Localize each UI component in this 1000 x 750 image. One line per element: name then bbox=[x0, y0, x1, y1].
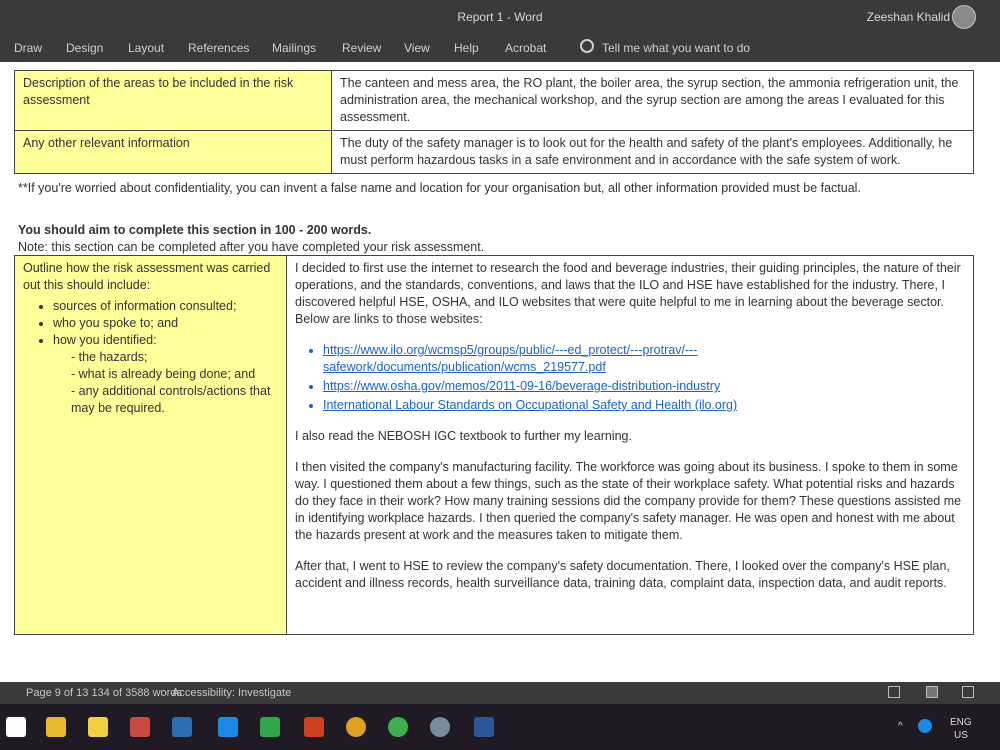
tab-review[interactable]: Review bbox=[342, 41, 381, 55]
table-cell-label[interactable]: Description of the areas to be included … bbox=[14, 70, 332, 131]
tab-help[interactable]: Help bbox=[454, 41, 479, 55]
web-layout-icon[interactable] bbox=[962, 686, 974, 698]
list-item-text: how you identified: bbox=[53, 333, 157, 347]
print-layout-icon[interactable] bbox=[926, 686, 938, 698]
read-mode-icon[interactable] bbox=[888, 686, 900, 698]
shield-icon[interactable] bbox=[218, 717, 238, 737]
tab-mailings[interactable]: Mailings bbox=[272, 41, 316, 55]
paragraph: After that, I went to HSE to review the … bbox=[295, 559, 950, 590]
section-instruction[interactable]: You should aim to complete this section … bbox=[18, 222, 371, 239]
hyperlink[interactable]: https://www.osha.gov/memos/2011-09-16/be… bbox=[323, 378, 965, 395]
lightbulb-icon bbox=[580, 39, 594, 53]
tab-acrobat[interactable]: Acrobat bbox=[505, 41, 546, 55]
link-list: https://www.ilo.org/wcmsp5/groups/public… bbox=[295, 342, 965, 414]
sub-item: - what is already being done; and bbox=[71, 367, 256, 381]
table-row: Outline how the risk assessment was carr… bbox=[14, 255, 974, 635]
language-indicator[interactable]: ENG bbox=[950, 717, 972, 728]
label-list: sources of information consulted; who yo… bbox=[23, 298, 278, 417]
document-page[interactable]: Description of the areas to be included … bbox=[0, 62, 1000, 682]
list-item: how you identified: - the hazards; - wha… bbox=[53, 332, 278, 417]
risk-assessment-method-table: Outline how the risk assessment was carr… bbox=[14, 255, 974, 635]
tab-draw[interactable]: Draw bbox=[14, 41, 42, 55]
label-intro: Outline how the risk assessment was carr… bbox=[23, 261, 271, 292]
start-icon[interactable] bbox=[6, 717, 26, 737]
page-count[interactable]: Page 9 of 13 134 of 3588 words bbox=[26, 687, 182, 699]
chevron-up-icon[interactable]: ^ bbox=[898, 721, 903, 732]
hyperlink[interactable]: International Labour Standards on Occupa… bbox=[323, 397, 965, 414]
confidentiality-note[interactable]: **If you're worried about confidentialit… bbox=[18, 180, 958, 197]
tab-references[interactable]: References bbox=[188, 41, 249, 55]
tab-layout[interactable]: Layout bbox=[128, 41, 164, 55]
sticky-notes-icon[interactable] bbox=[88, 717, 108, 737]
window-title: Report 1 - Word bbox=[457, 10, 543, 24]
app-icon[interactable] bbox=[172, 717, 192, 737]
region-indicator[interactable]: US bbox=[954, 730, 968, 741]
app-icon[interactable] bbox=[130, 717, 150, 737]
file-explorer-icon[interactable] bbox=[46, 717, 66, 737]
avatar[interactable] bbox=[952, 5, 976, 29]
paragraph: I also read the NEBOSH IGC textbook to f… bbox=[295, 429, 632, 443]
sub-item: - any additional controls/actions that m… bbox=[71, 384, 271, 415]
accessibility-status[interactable]: Accessibility: Investigate bbox=[172, 687, 291, 699]
title-bar: Report 1 - Word Zeeshan Khalid bbox=[0, 0, 1000, 34]
whatsapp-icon[interactable] bbox=[388, 717, 408, 737]
table-cell-content[interactable]: The canteen and mess area, the RO plant,… bbox=[331, 70, 974, 131]
table-row: Description of the areas to be included … bbox=[14, 70, 974, 131]
taskbar: ^ ENG US bbox=[0, 704, 1000, 750]
tray-icon[interactable] bbox=[918, 719, 932, 733]
table-cell-content[interactable]: The duty of the safety manager is to loo… bbox=[331, 130, 974, 174]
paragraph: I decided to first use the internet to r… bbox=[295, 261, 961, 326]
risk-assessment-table-top: Description of the areas to be included … bbox=[14, 70, 974, 174]
chrome-icon[interactable] bbox=[346, 717, 366, 737]
table-cell-content[interactable]: I decided to first use the internet to r… bbox=[286, 255, 974, 635]
table-cell-label[interactable]: Any other relevant information bbox=[14, 130, 332, 174]
tab-design[interactable]: Design bbox=[66, 41, 103, 55]
tab-view[interactable]: View bbox=[404, 41, 430, 55]
settings-icon[interactable] bbox=[430, 717, 450, 737]
sub-item: - the hazards; bbox=[71, 350, 148, 364]
word-icon[interactable] bbox=[474, 717, 494, 737]
tell-me-search[interactable]: Tell me what you want to do bbox=[602, 41, 750, 55]
table-row: Any other relevant information The duty … bbox=[14, 130, 974, 174]
user-name[interactable]: Zeeshan Khalid bbox=[867, 10, 950, 24]
table-cell-label[interactable]: Outline how the risk assessment was carr… bbox=[14, 255, 287, 635]
edge-icon[interactable] bbox=[260, 717, 280, 737]
list-item: who you spoke to; and bbox=[53, 315, 278, 332]
paragraph: I then visited the company's manufacturi… bbox=[295, 460, 962, 542]
list-item: sources of information consulted; bbox=[53, 298, 278, 315]
status-bar: Page 9 of 13 134 of 3588 words Accessibi… bbox=[0, 682, 1000, 704]
hyperlink[interactable]: https://www.ilo.org/wcmsp5/groups/public… bbox=[323, 342, 965, 376]
section-note[interactable]: Note: this section can be completed afte… bbox=[18, 239, 484, 256]
app-icon[interactable] bbox=[304, 717, 324, 737]
ribbon-tabs: Draw Design Layout References Mailings R… bbox=[0, 34, 1000, 62]
